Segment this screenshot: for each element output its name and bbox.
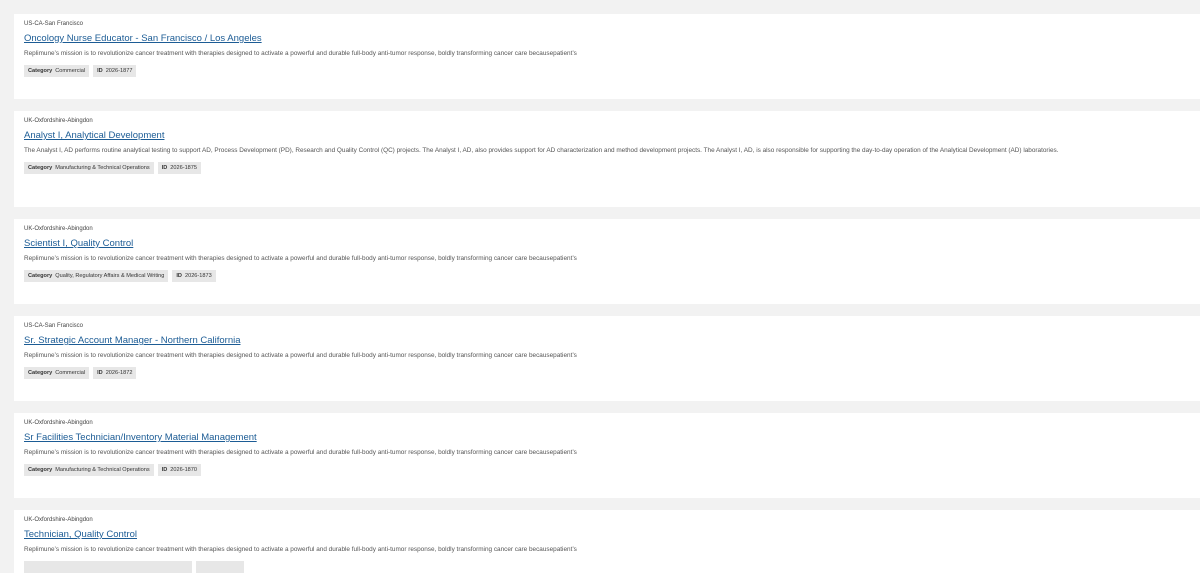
id-value: 2026-1877: [105, 67, 133, 74]
job-card: UK-Oxfordshire-Abingdon Analyst I, Analy…: [14, 111, 1200, 207]
job-location: US-CA-San Francisco: [24, 21, 84, 27]
job-description: The Analyst I, AD performs routine analy…: [24, 147, 1059, 154]
job-title-link[interactable]: Analyst I, Analytical Development: [24, 130, 164, 142]
job-card: UK-Oxfordshire-Abingdon Technician, Qual…: [14, 510, 1200, 573]
job-title-link[interactable]: Sr. Strategic Account Manager - Northern…: [24, 335, 241, 347]
id-value: 2026-1872: [105, 369, 133, 376]
category-tag: Category Commercial: [24, 64, 90, 77]
job-title-link[interactable]: Oncology Nurse Educator - San Francisco …: [24, 33, 262, 45]
category-value: Manufacturing & Technical Operations: [55, 164, 150, 171]
id-tag: ID 2026-1875: [157, 161, 202, 174]
category-tag: Category Commercial: [24, 366, 90, 379]
job-card: UK-Oxfordshire-Abingdon Scientist I, Qua…: [14, 219, 1200, 304]
job-tags: Category Manufacturing & Technical Operat…: [24, 161, 1190, 174]
job-card: US-CA-San Francisco Sr. Strategic Accoun…: [14, 316, 1200, 401]
job-location: UK-Oxfordshire-Abingdon: [24, 420, 93, 426]
id-value: 2026-1870: [170, 466, 198, 473]
id-tag: ID 2026-1873: [172, 269, 216, 282]
job-card: UK-Oxfordshire-Abingdon Sr Facilities Te…: [14, 413, 1200, 498]
job-description: Replimune’s mission is to revolutionize …: [24, 546, 577, 553]
id-label: ID: [161, 164, 168, 171]
category-value: Commercial: [55, 67, 86, 74]
category-tag: [24, 560, 192, 573]
id-tag: ID 2026-1870: [157, 463, 202, 476]
category-value: Commercial: [55, 369, 86, 376]
job-card: US-CA-San Francisco Oncology Nurse Educa…: [14, 14, 1200, 99]
category-label: Category: [28, 369, 53, 376]
id-value: 2026-1875: [170, 164, 198, 171]
id-label: ID: [97, 67, 103, 74]
job-description: Replimune’s mission is to revolutionize …: [24, 50, 577, 57]
job-location: US-CA-San Francisco: [24, 323, 84, 329]
id-label: ID: [97, 369, 103, 376]
job-description: Replimune’s mission is to revolutionize …: [24, 255, 577, 262]
category-label: Category: [28, 67, 53, 74]
job-description: Replimune’s mission is to revolutionize …: [24, 449, 577, 456]
job-location: UK-Oxfordshire-Abingdon: [24, 118, 93, 124]
job-list: US-CA-San Francisco Oncology Nurse Educa…: [0, 0, 1200, 573]
category-value: Manufacturing & Technical Operations: [55, 466, 150, 473]
category-label: Category: [28, 272, 53, 279]
category-label: Category: [28, 164, 53, 171]
id-label: ID: [161, 466, 168, 473]
category-tag: Category Manufacturing & Technical Operat…: [24, 463, 154, 476]
id-tag: [196, 560, 244, 573]
job-location: UK-Oxfordshire-Abingdon: [24, 517, 93, 523]
id-tag: ID 2026-1872: [93, 366, 137, 379]
job-title-link[interactable]: Technician, Quality Control: [24, 529, 137, 541]
id-tag: ID 2026-1877: [93, 64, 137, 77]
job-title-link[interactable]: Sr Facilities Technician/Inventory Mater…: [24, 432, 257, 444]
job-location: UK-Oxfordshire-Abingdon: [24, 226, 93, 232]
job-tags: Category Manufacturing & Technical Operat…: [24, 463, 1190, 476]
id-label: ID: [176, 272, 182, 279]
category-label: Category: [28, 466, 53, 473]
job-description: Replimune’s mission is to revolutionize …: [24, 352, 577, 359]
id-value: 2026-1873: [184, 272, 212, 279]
category-tag: Category Manufacturing & Technical Operat…: [24, 161, 154, 174]
job-tags: Category Commercial ID 2026-1872: [24, 366, 1190, 379]
job-tags: Category Quality, Regulatory Affairs & Me…: [24, 269, 1190, 282]
job-tags: [24, 560, 1190, 573]
category-tag: Category Quality, Regulatory Affairs & Me…: [24, 269, 169, 282]
category-value: Quality, Regulatory Affairs & Medical Wr…: [55, 272, 165, 279]
job-tags: Category Commercial ID 2026-1877: [24, 64, 1190, 77]
job-title-link[interactable]: Scientist I, Quality Control: [24, 238, 133, 250]
